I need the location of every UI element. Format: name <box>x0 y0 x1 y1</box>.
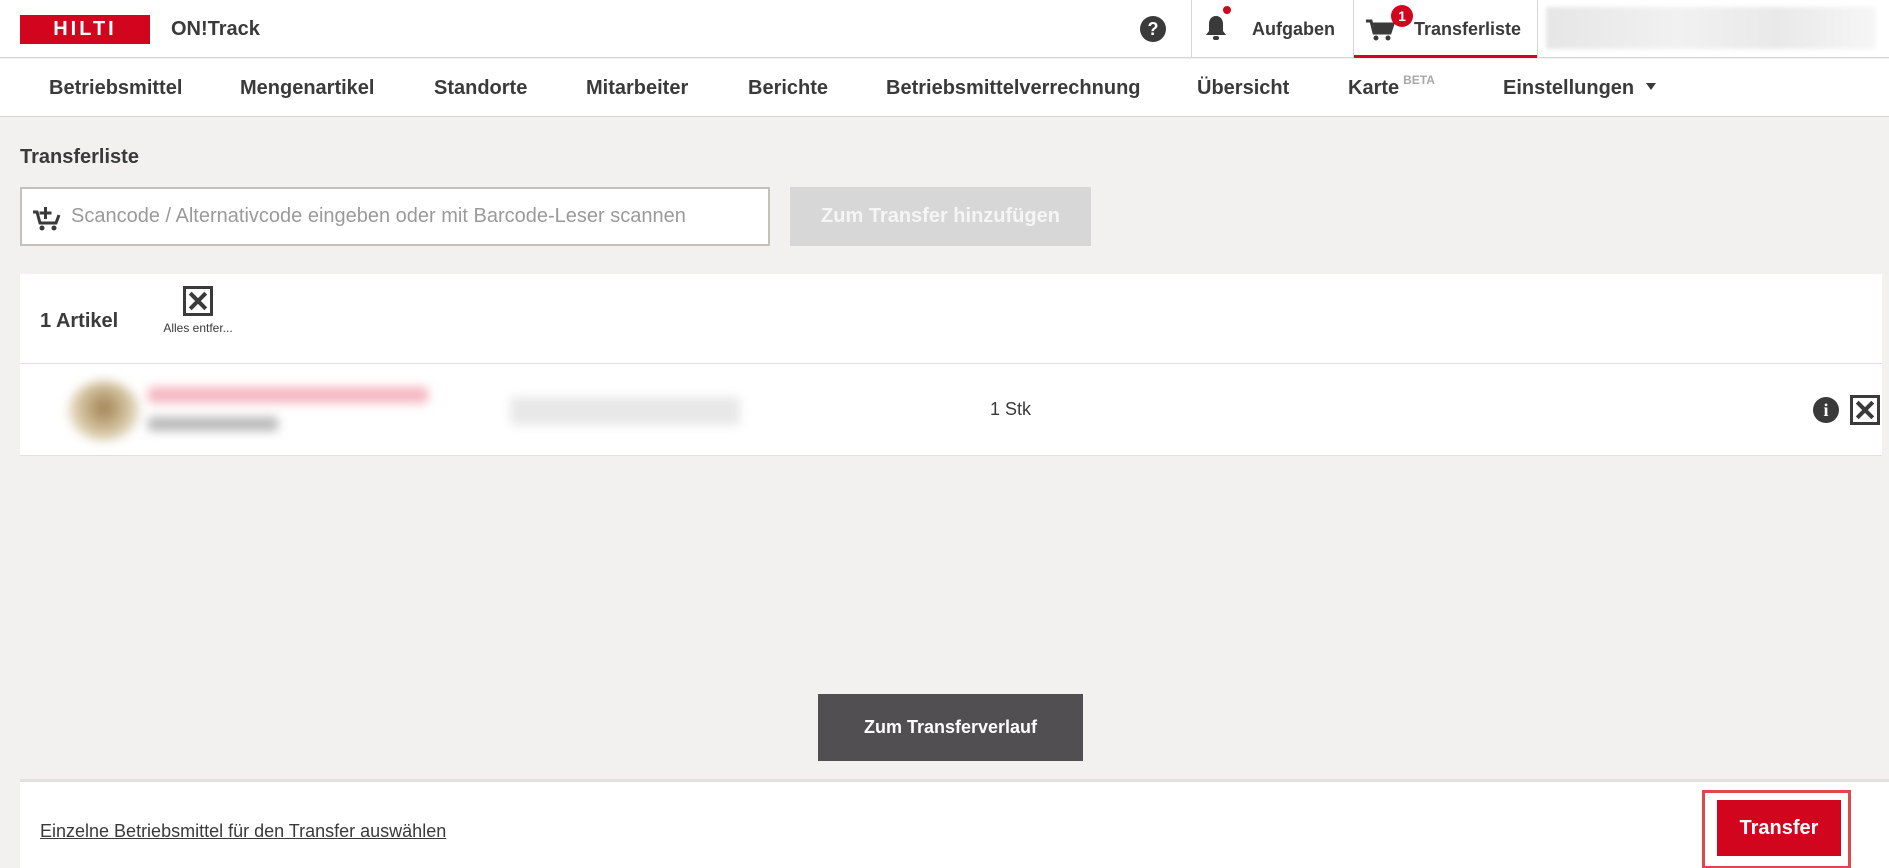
transfer-history-button[interactable]: Zum Transferverlauf <box>818 694 1083 761</box>
logo-text: HILTI <box>53 18 117 40</box>
transfer-button[interactable]: Transfer <box>1717 800 1841 856</box>
nav-mitarbeiter[interactable]: Mitarbeiter <box>586 77 688 100</box>
remove-item-icon[interactable] <box>1850 395 1880 425</box>
nav-standorte[interactable]: Standorte <box>434 77 527 100</box>
nav-betriebsmittelverrechnung[interactable]: Betriebsmittelverrechnung <box>886 77 1141 100</box>
item-count: 1 Artikel <box>40 310 119 332</box>
select-individual-link[interactable]: Einzelne Betriebsmittel für den Transfer… <box>40 821 446 842</box>
nav-einstellungen-label: Einstellungen <box>1503 77 1635 99</box>
item-name-redacted[interactable] <box>148 387 428 403</box>
page-title: Transferliste <box>20 146 139 168</box>
header-divider <box>1191 0 1192 58</box>
scan-input[interactable] <box>71 189 761 244</box>
item-subtitle-redacted <box>148 417 278 431</box>
app-name: ON!Track <box>171 18 260 40</box>
item-location-redacted <box>510 397 740 425</box>
main-nav: Betriebsmittel Mengenartikel Standorte M… <box>0 59 1889 117</box>
transfer-count-badge: 1 <box>1391 5 1413 27</box>
nav-karte-label: Karte <box>1348 77 1400 99</box>
transfer-list-label[interactable]: Transferliste <box>1414 19 1521 40</box>
item-thumbnail <box>68 381 140 441</box>
cart-icon[interactable] <box>1365 17 1395 43</box>
cart-add-icon <box>33 207 61 231</box>
info-icon[interactable]: i <box>1813 397 1839 423</box>
beta-badge: BETA <box>1403 73 1435 87</box>
footer-bar: Einzelne Betriebsmittel für den Transfer… <box>20 779 1889 868</box>
close-box-icon <box>183 286 213 316</box>
item-quantity: 1 Stk <box>990 399 1032 419</box>
remove-all-label: Alles entfer... <box>163 321 233 335</box>
bell-icon[interactable] <box>1203 14 1229 42</box>
notification-dot <box>1223 6 1231 14</box>
header-divider <box>1537 0 1538 58</box>
add-to-transfer-button[interactable]: Zum Transfer hinzufügen <box>790 187 1091 246</box>
nav-berichte[interactable]: Berichte <box>748 77 828 100</box>
transfer-list-panel: 1 Artikel Alles entfer... 1 Stk i <box>20 274 1882 456</box>
caret-down-icon <box>1646 83 1657 91</box>
question-circle-icon[interactable]: ? <box>1140 16 1166 42</box>
remove-all-button[interactable]: Alles entfer... <box>153 286 243 358</box>
nav-uebersicht[interactable]: Übersicht <box>1197 77 1289 100</box>
nav-betriebsmittel[interactable]: Betriebsmittel <box>49 77 182 100</box>
hilti-logo[interactable]: HILTI <box>20 15 150 44</box>
nav-einstellungen[interactable]: Einstellungen <box>1503 77 1657 100</box>
tasks-link[interactable]: Aufgaben <box>1252 19 1335 40</box>
list-header: 1 Artikel Alles entfer... <box>20 274 1882 364</box>
scan-field[interactable] <box>20 187 770 246</box>
top-header: HILTI ON!Track ? Aufgaben 1 Transferlist… <box>0 0 1889 58</box>
nav-mengenartikel[interactable]: Mengenartikel <box>240 77 374 100</box>
nav-karte[interactable]: Karte BETA <box>1348 73 1435 100</box>
user-menu[interactable] <box>1546 7 1876 49</box>
list-item[interactable]: 1 Stk i <box>20 365 1882 456</box>
